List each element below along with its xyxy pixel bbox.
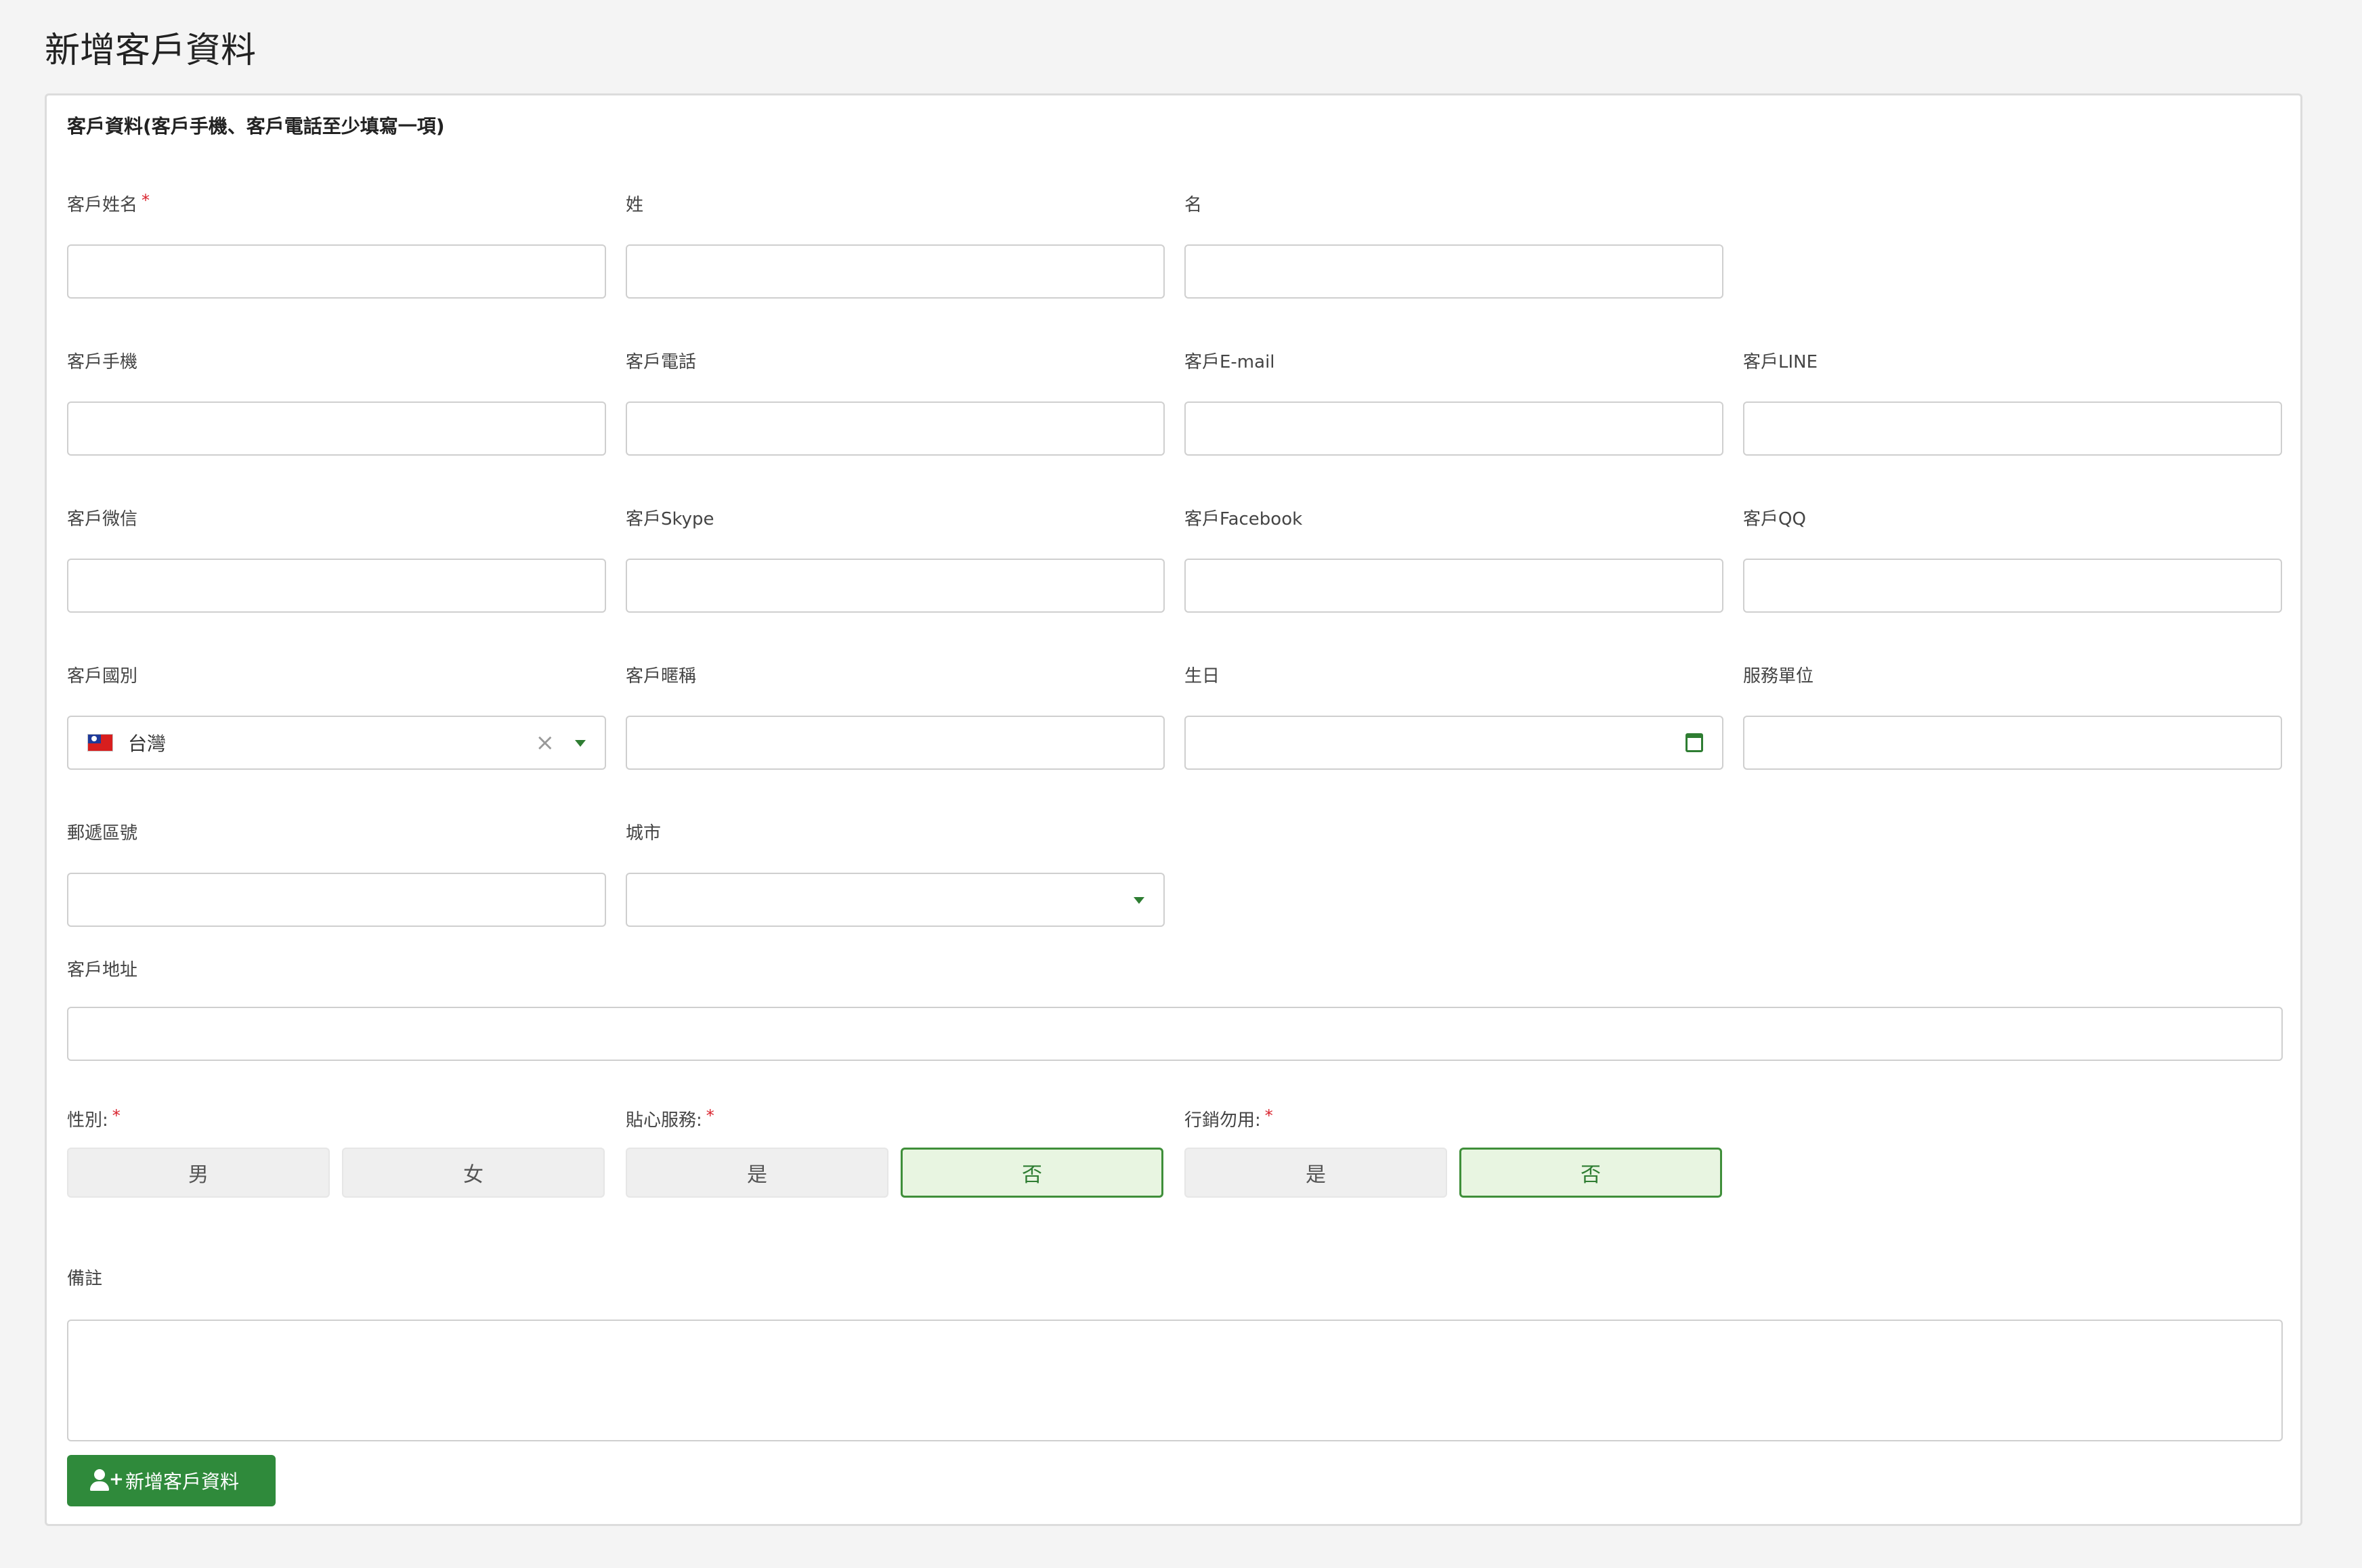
- taiwan-flag-icon: [87, 734, 113, 752]
- line-label: 客戶LINE: [1743, 352, 1818, 372]
- care-service-no-button[interactable]: 否: [901, 1148, 1163, 1198]
- first-name-input[interactable]: [1184, 244, 1723, 299]
- gender-label: 性別: *: [67, 1106, 121, 1131]
- add-user-icon: +: [90, 1469, 124, 1492]
- notes-label: 備註: [67, 1269, 103, 1289]
- calendar-icon[interactable]: [1685, 733, 1703, 752]
- country-selected-value: 台灣: [128, 733, 167, 755]
- workplace-label: 服務單位: [1743, 666, 1814, 687]
- page-title: 新增客戶資料: [45, 30, 257, 71]
- no-marketing-yes-button[interactable]: 是: [1184, 1148, 1447, 1198]
- facebook-input[interactable]: [1184, 559, 1723, 613]
- postal-code-input[interactable]: [67, 873, 606, 927]
- workplace-input[interactable]: [1743, 716, 2282, 770]
- phone-input[interactable]: [626, 401, 1165, 456]
- no-marketing-group: 行銷勿用: * 是 否: [1184, 1107, 1723, 1202]
- care-service-label: 貼心服務: *: [626, 1106, 714, 1131]
- required-marker: *: [142, 191, 150, 210]
- required-marker: *: [1264, 1106, 1273, 1125]
- address-label: 客戶地址: [67, 960, 138, 980]
- form-heading: 客戶資料(客戶手機、客戶電話至少填寫一項): [67, 115, 445, 137]
- required-marker: *: [112, 1106, 121, 1125]
- gender-female-button[interactable]: 女: [342, 1148, 605, 1198]
- birthday-input[interactable]: [1184, 716, 1723, 770]
- qq-input[interactable]: [1743, 559, 2282, 613]
- care-service-yes-button[interactable]: 是: [626, 1148, 888, 1198]
- skype-input[interactable]: [626, 559, 1165, 613]
- facebook-label: 客戶Facebook: [1184, 509, 1303, 529]
- postal-code-label: 郵遞區號: [67, 823, 138, 844]
- customer-form-card: 客戶資料(客戶手機、客戶電話至少填寫一項) 客戶姓名 * 姓 名 客戶手機 客戶電…: [45, 93, 2302, 1526]
- city-select[interactable]: [626, 873, 1165, 927]
- gender-group: 性別: * 男 女: [67, 1107, 606, 1202]
- mobile-label: 客戶手機: [67, 352, 138, 372]
- chevron-down-icon[interactable]: [575, 740, 586, 747]
- first-name-label: 名: [1184, 195, 1203, 215]
- email-label: 客戶E-mail: [1184, 352, 1275, 372]
- city-label: 城市: [626, 823, 662, 844]
- skype-label: 客戶Skype: [626, 509, 714, 529]
- address-input[interactable]: [67, 1007, 2283, 1061]
- chevron-down-icon[interactable]: [1134, 897, 1144, 904]
- nickname-input[interactable]: [626, 716, 1165, 770]
- clear-icon[interactable]: ×: [536, 731, 555, 755]
- wechat-label: 客戶微信: [67, 509, 138, 529]
- full-name-input[interactable]: [67, 244, 606, 299]
- add-customer-button[interactable]: + 新增客戶資料: [67, 1455, 276, 1506]
- wechat-input[interactable]: [67, 559, 606, 613]
- country-label: 客戶國別: [67, 666, 138, 687]
- required-marker: *: [706, 1106, 714, 1125]
- phone-label: 客戶電話: [626, 352, 697, 372]
- qq-label: 客戶QQ: [1743, 509, 1806, 529]
- mobile-input[interactable]: [67, 401, 606, 456]
- nickname-label: 客戶暱稱: [626, 666, 697, 687]
- country-select[interactable]: 台灣 ×: [67, 716, 606, 770]
- last-name-label: 姓: [626, 195, 644, 215]
- notes-textarea[interactable]: [67, 1320, 2283, 1441]
- no-marketing-no-button[interactable]: 否: [1459, 1148, 1722, 1198]
- add-customer-button-label: 新增客戶資料: [125, 1471, 240, 1493]
- full-name-label: 客戶姓名 *: [67, 191, 150, 215]
- line-input[interactable]: [1743, 401, 2282, 456]
- email-input[interactable]: [1184, 401, 1723, 456]
- last-name-input[interactable]: [626, 244, 1165, 299]
- care-service-group: 貼心服務: * 是 否: [626, 1107, 1165, 1202]
- no-marketing-label: 行銷勿用: *: [1184, 1106, 1273, 1131]
- birthday-label: 生日: [1184, 666, 1220, 687]
- gender-male-button[interactable]: 男: [67, 1148, 330, 1198]
